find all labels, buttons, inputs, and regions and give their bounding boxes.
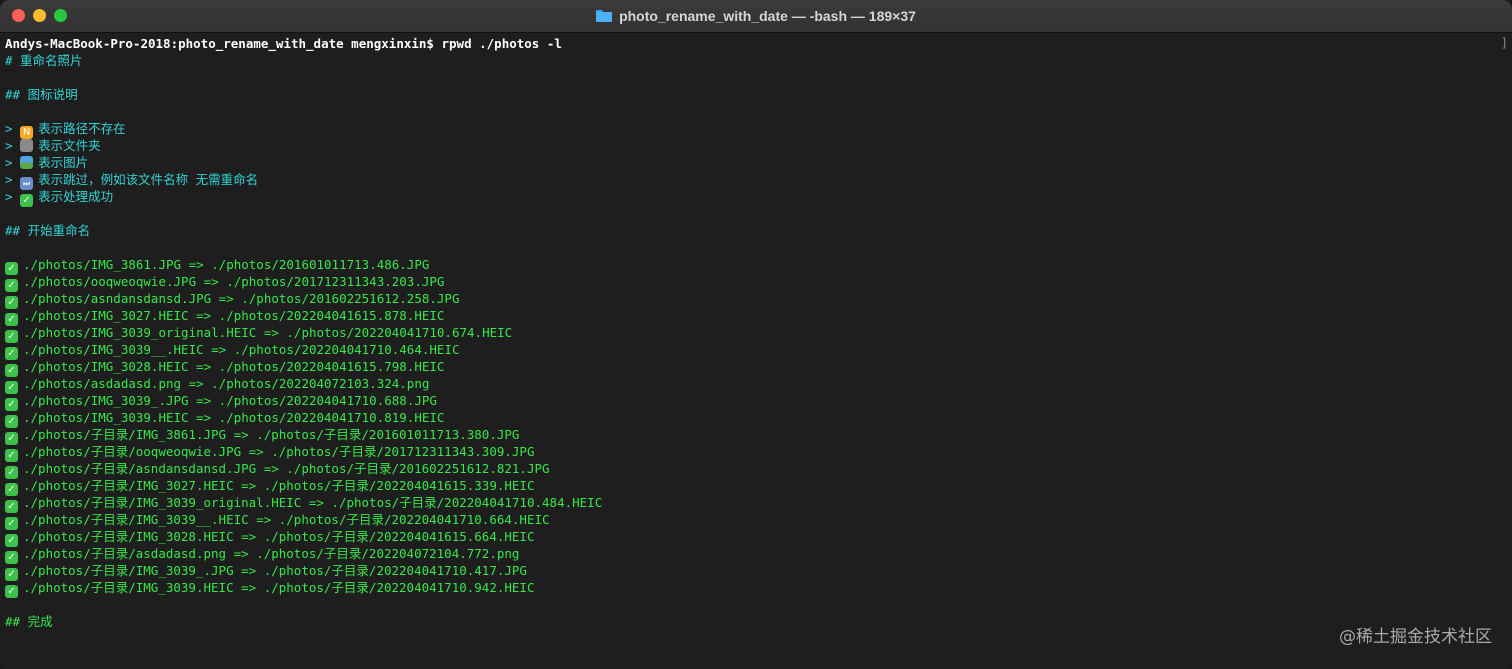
legend-item-image: > 表示图片 <box>5 155 89 170</box>
legend-item-folder: > 表示文件夹 <box>5 138 101 153</box>
check-mark-icon: ✓ <box>5 585 18 598</box>
legend-title: ## 图标说明 <box>5 87 78 102</box>
folder-icon <box>596 10 613 22</box>
rename-line: ✓ ./photos/子目录/IMG_3039__.HEIC => ./photo… <box>5 511 550 530</box>
terminal-window: photo_rename_with_date — -bash — 189×37 … <box>0 0 1512 669</box>
rename-line: ✓ ./photos/IMG_3861.JPG => ./photos/20160… <box>5 256 429 275</box>
legend-item-skip: > ⏭ 表示跳过，例如该文件名称 无需重命名 <box>5 172 259 190</box>
terminal-output[interactable]: Andys-MacBook-Pro-2018:photo_rename_with… <box>0 33 1512 669</box>
title-bar[interactable]: photo_rename_with_date — -bash — 189×37 <box>0 0 1512 33</box>
rename-line: ✓ ./photos/asdadasd.png => ./photos/20220… <box>5 375 429 394</box>
cursor-mark: ] <box>1500 36 1508 50</box>
legend-item-path-missing: > N 表示路径不存在 <box>5 121 126 139</box>
legend-item-success: > ✓ 表示处理成功 <box>5 189 114 207</box>
image-icon <box>20 156 34 169</box>
folder-icon <box>20 139 34 152</box>
command-prompt: Andys-MacBook-Pro-2018:photo_rename_with… <box>5 36 562 51</box>
rename-line: ✓ ./photos/IMG_3027.HEIC => ./photos/2022… <box>5 307 444 326</box>
rename-line: ✓ ./photos/子目录/IMG_3027.HEIC => ./photos/… <box>5 477 535 496</box>
rename-line: ✓ ./photos/IMG_3039_original.HEIC => ./ph… <box>5 324 512 343</box>
rename-line: ✓ ./photos/子目录/asndansdansd.JPG => ./phot… <box>5 460 550 479</box>
heading: # 重命名照片 <box>5 53 83 68</box>
rename-line: ✓ ./photos/子目录/ooqweoqwie.JPG => ./photos… <box>5 443 535 462</box>
rename-line: ✓ ./photos/子目录/IMG_3039_.JPG => ./photos/… <box>5 562 527 581</box>
rename-line: ✓ ./photos/子目录/IMG_3028.HEIC => ./photos/… <box>5 528 535 547</box>
rename-line: ✓ ./photos/子目录/IMG_3039.HEIC => ./photos/… <box>5 579 535 598</box>
rename-line: ✓ ./photos/IMG_3039.HEIC => ./photos/2022… <box>5 409 444 428</box>
window-title-text: photo_rename_with_date — -bash — 189×37 <box>619 8 916 24</box>
start-title: ## 开始重命名 <box>5 223 91 238</box>
rename-line: ✓ ./photos/asndansdansd.JPG => ./photos/2… <box>5 290 460 309</box>
rename-line: ✓ ./photos/IMG_3039_.JPG => ./photos/2022… <box>5 392 437 411</box>
check-mark-icon: ✓ <box>20 194 34 207</box>
watermark-text: @稀土掘金技术社区 <box>1339 627 1492 647</box>
window-title: photo_rename_with_date — -bash — 189×37 <box>0 0 1512 32</box>
rename-line: ✓ ./photos/IMG_3028.HEIC => ./photos/2022… <box>5 358 444 377</box>
rename-line: ✓ ./photos/ooqweoqwie.JPG => ./photos/201… <box>5 273 444 292</box>
rename-line: ✓ ./photos/子目录/IMG_3039_original.HEIC => … <box>5 494 602 513</box>
done-line: ## 完成 <box>5 614 53 629</box>
rename-line: ✓ ./photos/子目录/IMG_3861.JPG => ./photos/子… <box>5 426 519 445</box>
rename-line: ✓ ./photos/IMG_3039__.HEIC => ./photos/20… <box>5 341 460 360</box>
rename-line: ✓ ./photos/子目录/asdadasd.png => ./photos/子… <box>5 545 519 564</box>
